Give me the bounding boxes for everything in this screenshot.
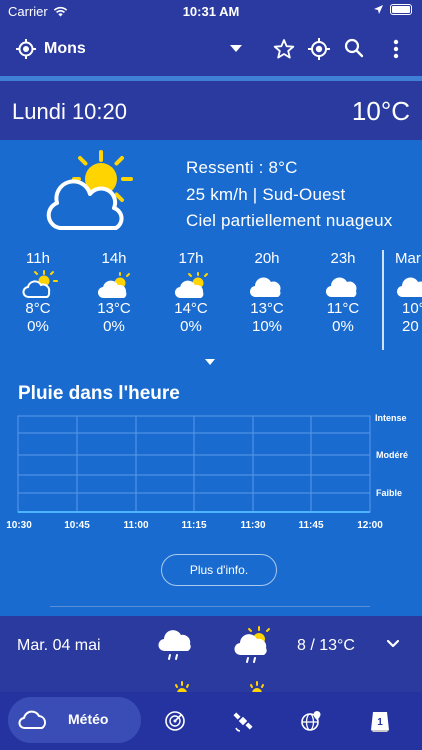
hour-temp: 8°C [25,300,51,317]
cloud-sun-icon [174,272,208,299]
tab-meteo[interactable]: Météo [8,697,141,743]
daily-forecast-row[interactable]: Mar. 04 mai 8 / 13°C [0,617,422,677]
hour-label: 17h [178,250,204,267]
hour-label: 23h [330,250,356,267]
hour-temp: 13°C [97,300,131,317]
current-temperature: 10°C [351,96,410,126]
current-day-time: Lundi 10:20 [12,99,127,124]
hour-precip: 10% [251,318,283,335]
forecast-date: Mar. 04 mai [17,637,101,654]
accent-stripe [0,76,422,81]
more-vertical-icon[interactable] [392,38,400,60]
partly-cloudy-icon [46,150,133,230]
chevron-down-icon[interactable] [386,639,400,649]
rain-time-label: 11:00 [123,520,148,531]
app-bar: Mons [0,24,422,78]
battery-icon [390,4,412,15]
satellite-icon[interactable] [232,710,254,732]
hour-temp: 10° [402,300,422,317]
feels-like: Ressenti : 8°C [186,158,298,177]
star-icon[interactable] [273,38,295,60]
bottom-tab-bar: Météo 1 [0,692,422,750]
rain-time-label: 11:30 [240,520,265,531]
cloud-sun-icon [97,272,130,299]
alerts-icon[interactable]: 1 [369,710,391,732]
hour-label: Mar [395,250,421,267]
current-header: Lundi 10:20 10°C [0,87,422,139]
cloud-rain-icon [158,630,191,660]
status-bar: Carrier 10:31 AM [0,0,422,24]
rain-level-label: Faible [376,488,402,498]
sun-cloud-icon [22,270,58,298]
city-dropdown-arrow[interactable] [230,45,242,52]
hour-item-next-day[interactable]: Mar 10° 20 [392,250,422,335]
cloud-outline-icon [18,710,47,729]
more-info-button[interactable]: Plus d'info. [161,554,277,586]
forecast-temp-range: 8 / 13°C [297,637,355,654]
hour-temp: 13°C [250,300,284,317]
hour-item[interactable]: 20h 13°C 10% [237,250,297,335]
sun-cloud-rain-icon [234,626,270,663]
rain-time-label: 11:45 [298,520,323,531]
hourly-forecast[interactable]: 11h 8°C 0% 14h 13°C 0% 17h 14°C 0% 20h 1… [0,250,422,350]
globe-pin-icon[interactable] [300,710,322,732]
hour-precip: 0% [27,318,49,335]
tab-meteo-label: Météo [68,711,109,727]
svg-text:1: 1 [377,717,383,728]
cloud-icon [325,277,357,298]
expand-arrow-icon[interactable] [205,359,215,365]
hour-precip: 20 [402,318,419,335]
hour-label: 14h [101,250,127,267]
rain-section-title: Pluie dans l'heure [18,383,180,404]
wind-info: 25 km/h | Sud-Ouest [186,185,346,204]
rain-time-label: 10:30 [6,520,32,531]
main-panel: Ressenti : 8°C 25 km/h | Sud-Ouest Ciel … [0,140,422,616]
my-location-icon[interactable] [16,39,36,59]
hour-label: 11h [26,250,50,267]
cloud-icon [396,277,422,298]
rain-time-label: 10:45 [64,520,90,531]
divider [50,606,370,607]
hour-item[interactable]: 23h 11°C 0% [313,250,373,335]
day-separator [382,250,384,350]
hour-temp: 14°C [174,300,208,317]
sky-condition: Ciel partiellement nuageux [186,211,393,230]
rain-chart: Intense Modéré Faible 10:30 10:45 11:00 … [6,413,408,531]
hour-precip: 0% [103,318,125,335]
status-icons [373,4,412,15]
hour-label: 20h [254,250,280,267]
rain-level-label: Intense [375,413,407,423]
cloud-icon [249,277,281,298]
rain-time-label: 12:00 [357,520,383,531]
hour-item[interactable]: 11h 8°C 0% [8,250,68,335]
search-icon[interactable] [344,38,364,58]
hour-item[interactable]: 14h 13°C 0% [84,250,144,335]
location-arrow-icon [374,5,383,14]
rain-level-label: Modéré [376,450,408,460]
gps-target-icon[interactable] [308,38,330,60]
hour-precip: 0% [332,318,354,335]
hour-item[interactable]: 17h 14°C 0% [161,250,221,335]
radar-icon[interactable] [164,710,186,732]
clock: 10:31 AM [182,4,240,19]
hour-precip: 0% [180,318,202,335]
rain-time-label: 11:15 [181,520,206,531]
city-name[interactable]: Mons [44,40,86,58]
hour-temp: 11°C [326,300,360,317]
